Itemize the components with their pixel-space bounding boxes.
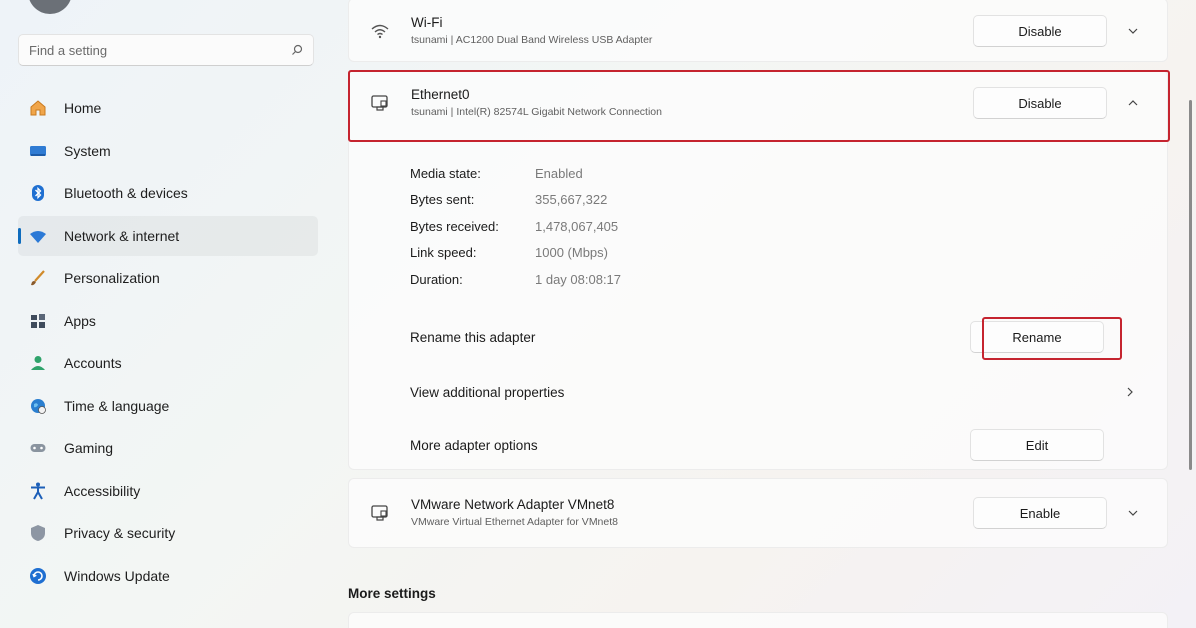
sidebar-item-gaming[interactable]: Gaming (18, 428, 318, 468)
wifi-icon (371, 24, 389, 39)
sidebar-item-home[interactable]: Home (18, 88, 318, 128)
vmware-adapter-card[interactable]: VMware Network Adapter VMnet8 VMware Vir… (348, 478, 1168, 548)
view-properties-label: View additional properties (410, 384, 565, 400)
sidebar-item-privacy[interactable]: Privacy & security (18, 513, 318, 553)
sidebar-item-personalization[interactable]: Personalization (18, 258, 318, 298)
sidebar-item-accessibility[interactable]: Accessibility (18, 471, 318, 511)
accessibility-icon (28, 481, 48, 501)
scrollbar[interactable] (1189, 100, 1192, 470)
detail-value: 355,667,322 (535, 192, 608, 208)
detail-row: Media state: Enabled (410, 160, 621, 187)
system-icon (28, 141, 48, 161)
sidebar-item-label: Home (64, 100, 102, 116)
sidebar-item-label: System (64, 142, 111, 159)
detail-label: Duration: (410, 271, 463, 287)
search-box[interactable] (18, 34, 314, 66)
vmware-enable-button[interactable]: Enable (973, 497, 1107, 529)
chevron-down-icon[interactable] (1113, 15, 1153, 47)
sidebar-item-system[interactable]: System (18, 131, 318, 171)
main-content: Wi-Fi tsunami | AC1200 Dual Band Wireles… (348, 0, 1170, 628)
update-icon (28, 566, 48, 586)
sidebar-item-label: Network & internet (64, 227, 180, 244)
apps-icon (28, 311, 48, 331)
bluetooth-icon (28, 183, 48, 203)
rename-highlight-box (982, 317, 1122, 360)
search-input[interactable] (29, 42, 291, 58)
ethernet-highlight-box (348, 70, 1170, 142)
adapter-description: tsunami | AC1200 Dual Band Wireless USB … (411, 34, 653, 46)
sidebar-item-bluetooth[interactable]: Bluetooth & devices (18, 173, 318, 213)
ethernet-icon (371, 505, 388, 521)
sidebar-item-network[interactable]: Network & internet (18, 215, 318, 256)
adapter-details: Media state: Enabled Bytes sent: 355,667… (410, 160, 621, 293)
globe-clock-icon (28, 396, 48, 416)
nav-list: Home System Bluetooth & devices Network … (18, 88, 318, 598)
detail-label: Media state: (410, 165, 481, 181)
detail-row: Link speed: 1000 (Mbps) (410, 240, 621, 267)
wifi-adapter-card[interactable]: Wi-Fi tsunami | AC1200 Dual Band Wireles… (348, 0, 1168, 62)
sidebar-item-label: Bluetooth & devices (64, 185, 188, 201)
chevron-down-icon[interactable] (1113, 497, 1153, 529)
sidebar-item-time-language[interactable]: Time & language (18, 386, 318, 426)
adapter-description: VMware Virtual Ethernet Adapter for VMne… (411, 516, 618, 528)
sidebar-item-label: Time & language (64, 397, 170, 414)
sidebar-item-windows-update[interactable]: Windows Update (18, 556, 318, 596)
sidebar-item-label: Apps (64, 312, 96, 329)
chevron-right-icon[interactable] (1110, 376, 1150, 408)
adapter-name: Wi-Fi (411, 15, 443, 30)
detail-label: Bytes received: (410, 218, 499, 234)
sidebar-item-label: Privacy & security (64, 525, 176, 541)
detail-row: Bytes received: 1,478,067,405 (410, 213, 621, 240)
detail-value: Enabled (535, 165, 583, 181)
sidebar: Home System Bluetooth & devices Network … (0, 0, 330, 628)
view-properties-row[interactable]: View additional properties (410, 376, 1150, 408)
search-icon[interactable] (291, 44, 303, 56)
sidebar-item-apps[interactable]: Apps (18, 301, 318, 341)
network-icon (28, 226, 48, 246)
more-adapter-options-row: More adapter options Edit (410, 429, 1150, 461)
detail-value: 1000 (Mbps) (535, 245, 608, 261)
sidebar-item-label: Accessibility (64, 482, 141, 499)
rename-adapter-label: Rename this adapter (410, 329, 536, 345)
sidebar-item-label: Gaming (64, 440, 114, 456)
gamepad-icon (28, 438, 48, 458)
detail-label: Link speed: (410, 245, 477, 261)
detail-row: Bytes sent: 355,667,322 (410, 187, 621, 214)
detail-row: Duration: 1 day 08:08:17 (410, 266, 621, 293)
edit-button[interactable]: Edit (970, 429, 1104, 461)
sidebar-item-accounts[interactable]: Accounts (18, 343, 318, 383)
sidebar-item-label: Personalization (64, 270, 160, 286)
more-settings-card[interactable] (348, 612, 1168, 628)
shield-icon (28, 523, 48, 543)
brush-icon (28, 268, 48, 288)
wifi-disable-button[interactable]: Disable (973, 15, 1107, 47)
adapter-name: VMware Network Adapter VMnet8 (411, 497, 615, 512)
accounts-icon (28, 353, 48, 373)
more-settings-heading: More settings (348, 586, 436, 601)
detail-value: 1,478,067,405 (535, 218, 619, 234)
home-icon (28, 98, 48, 118)
avatar[interactable] (28, 0, 72, 14)
sidebar-item-label: Accounts (64, 355, 122, 371)
detail-label: Bytes sent: (410, 192, 475, 208)
detail-value: 1 day 08:08:17 (535, 271, 622, 287)
sidebar-item-label: Windows Update (64, 567, 170, 584)
more-adapter-options-label: More adapter options (410, 437, 538, 453)
